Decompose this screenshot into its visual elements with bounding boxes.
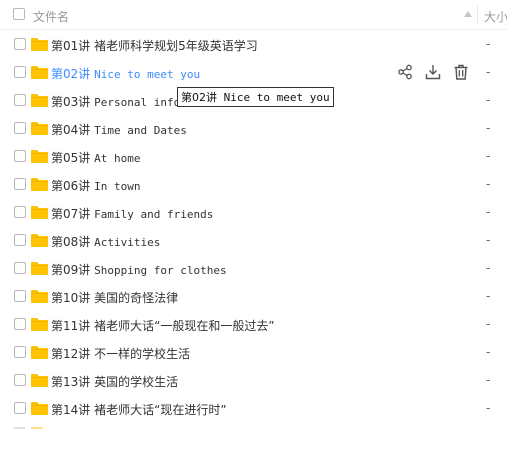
row-checkbox[interactable] <box>14 290 26 302</box>
file-name[interactable]: 第03讲 Personal infor <box>51 93 187 110</box>
select-all-checkbox[interactable] <box>13 8 25 20</box>
folder-icon <box>31 346 48 359</box>
file-name[interactable]: 第12讲 不一样的学校生活 <box>51 345 190 362</box>
file-name[interactable]: 第02讲 Nice to meet you <box>51 65 200 82</box>
row-checkbox[interactable] <box>14 122 26 134</box>
folder-icon <box>31 318 48 331</box>
file-row[interactable]: 第09讲 Shopping for clothes - <box>0 254 507 282</box>
folder-icon <box>31 38 48 51</box>
folder-icon <box>31 122 48 135</box>
row-checkbox[interactable] <box>14 38 26 50</box>
file-size: - <box>486 93 491 107</box>
file-name[interactable]: 第06讲 In town <box>51 177 140 194</box>
row-checkbox[interactable] <box>14 206 26 218</box>
sort-arrow-icon[interactable] <box>463 9 473 19</box>
row-checkbox[interactable] <box>14 94 26 106</box>
share-icon[interactable] <box>397 64 413 80</box>
file-name[interactable]: 第04讲 Time and Dates <box>51 121 187 138</box>
file-row[interactable]: 第08讲 Activities - <box>0 226 507 254</box>
file-name[interactable]: 第08讲 Activities <box>51 233 160 250</box>
file-size: - <box>486 205 491 219</box>
folder-icon <box>31 290 48 303</box>
row-checkbox[interactable] <box>14 66 26 78</box>
partial-row-hint <box>14 427 43 429</box>
delete-icon[interactable] <box>453 64 469 80</box>
file-name[interactable]: 第13讲 英国的学校生活 <box>51 373 178 390</box>
file-row[interactable]: 第11讲 褚老师大话“一般现在和一般过去” - <box>0 310 507 338</box>
file-row[interactable]: 第07讲 Family and friends - <box>0 198 507 226</box>
file-row[interactable]: 第01讲 褚老师科学规划5年级英语学习 - <box>0 30 507 58</box>
file-row[interactable]: 第12讲 不一样的学校生活 - <box>0 338 507 366</box>
file-size: - <box>486 37 491 51</box>
file-row[interactable]: 第06讲 In town - <box>0 170 507 198</box>
file-size: - <box>486 121 491 135</box>
folder-icon <box>31 262 48 275</box>
file-size: - <box>486 345 491 359</box>
file-row[interactable]: 第14讲 褚老师大话“现在进行时” - <box>0 394 507 422</box>
column-filename[interactable]: 文件名 <box>33 8 69 25</box>
row-checkbox[interactable] <box>14 402 26 414</box>
row-checkbox[interactable] <box>14 178 26 190</box>
file-size: - <box>486 373 491 387</box>
file-row[interactable]: 第04讲 Time and Dates - <box>0 114 507 142</box>
folder-icon <box>31 402 48 415</box>
folder-icon <box>31 150 48 163</box>
column-divider[interactable] <box>477 6 478 24</box>
file-size: - <box>486 177 491 191</box>
file-size: - <box>486 65 491 79</box>
filename-tooltip: 第02讲 Nice to meet you <box>177 87 334 107</box>
row-checkbox[interactable] <box>14 234 26 246</box>
row-checkbox[interactable] <box>14 150 26 162</box>
file-row[interactable]: 第10讲 美国的奇怪法律 - <box>0 282 507 310</box>
row-checkbox[interactable] <box>14 262 26 274</box>
file-name[interactable]: 第11讲 褚老师大话“一般现在和一般过去” <box>51 317 275 334</box>
file-list-header: 文件名 大小 <box>0 0 507 30</box>
file-size: - <box>486 261 491 275</box>
file-name[interactable]: 第01讲 褚老师科学规划5年级英语学习 <box>51 37 258 54</box>
file-size: - <box>486 317 491 331</box>
folder-icon <box>31 374 48 387</box>
download-icon[interactable] <box>425 64 441 80</box>
column-size[interactable]: 大小 <box>484 8 507 25</box>
file-row[interactable]: 第13讲 英国的学校生活 - <box>0 366 507 394</box>
file-size: - <box>486 401 491 415</box>
file-size: - <box>486 149 491 163</box>
file-name[interactable]: 第09讲 Shopping for clothes <box>51 261 227 278</box>
folder-icon <box>31 234 48 247</box>
folder-icon <box>31 178 48 191</box>
file-size: - <box>486 289 491 303</box>
file-row[interactable]: 第02讲 Nice to meet you - <box>0 58 507 86</box>
file-name[interactable]: 第14讲 褚老师大话“现在进行时” <box>51 401 227 418</box>
file-name[interactable]: 第10讲 美国的奇怪法律 <box>51 289 178 306</box>
file-name[interactable]: 第07讲 Family and friends <box>51 205 213 222</box>
row-checkbox[interactable] <box>14 346 26 358</box>
file-name[interactable]: 第05讲 At home <box>51 149 140 166</box>
folder-icon <box>31 66 48 79</box>
folder-icon <box>31 206 48 219</box>
file-row[interactable]: 第05讲 At home - <box>0 142 507 170</box>
file-size: - <box>486 233 491 247</box>
folder-icon <box>31 94 48 107</box>
row-checkbox[interactable] <box>14 374 26 386</box>
row-checkbox[interactable] <box>14 318 26 330</box>
